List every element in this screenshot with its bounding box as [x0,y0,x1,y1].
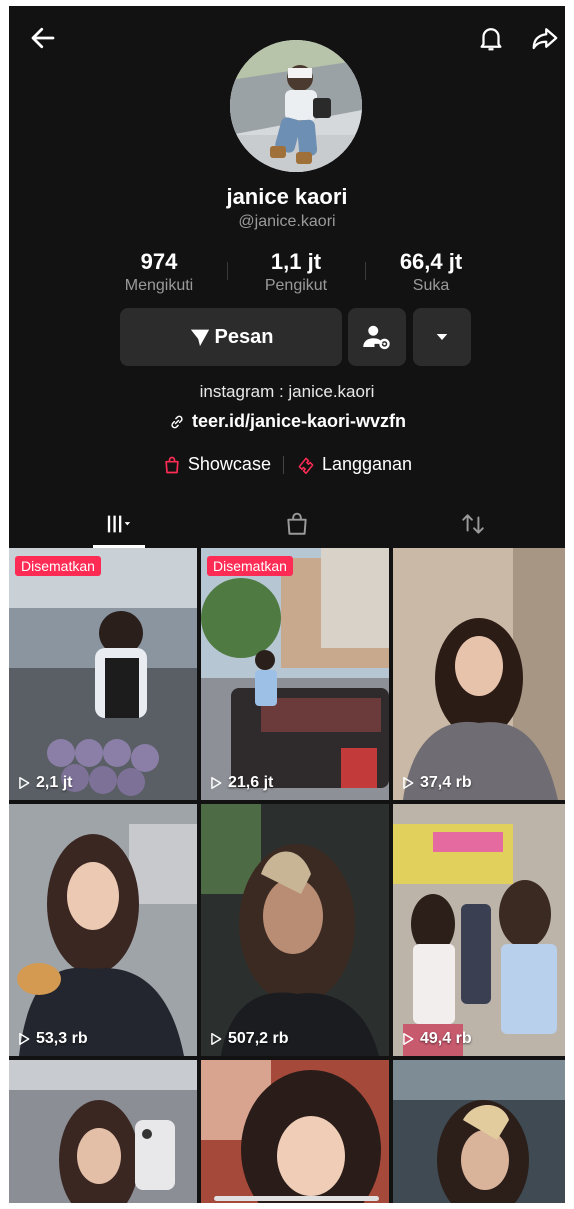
showcase-button[interactable]: Showcase [162,454,271,475]
video-thumbnail[interactable]: 49,4 rb [393,804,565,1056]
view-count-text: 21,6 jt [228,774,274,791]
view-count-text: 53,3 rb [36,1030,88,1047]
stat-likes-value: 66,4 jt [399,249,463,274]
tab-reposts[interactable] [413,502,533,546]
message-button[interactable]: Pesan [120,308,342,366]
video-thumbnail[interactable]: 37,4 rb [393,548,565,800]
add-friend-button[interactable] [348,308,406,366]
view-count-text: 49,4 rb [420,1030,472,1047]
video-thumbnail[interactable]: Disematkan 2,1 jt [9,548,197,800]
share-icon [532,28,558,50]
stat-divider [227,262,228,280]
stat-followers-label: Pengikut [264,277,328,294]
back-arrow-icon [31,27,55,49]
back-button[interactable] [25,20,61,56]
thumbnail-image [9,1060,197,1203]
video-thumbnail[interactable] [201,1060,389,1203]
thumbnail-image [393,1060,565,1203]
stat-divider [365,262,366,280]
add-friend-icon [363,325,390,350]
notification-button[interactable] [473,20,509,56]
video-thumbnail[interactable]: 507,2 rb [201,804,389,1056]
thumbnail-image [9,804,197,1056]
play-icon [211,1033,222,1045]
stat-following-value: 974 [140,249,178,274]
ticket-icon [298,457,314,474]
share-button[interactable] [527,20,563,56]
stat-following-label: Mengikuti [124,277,194,294]
home-indicator[interactable] [214,1196,379,1201]
subscription-button[interactable]: Langganan [296,454,412,475]
shopping-bag-icon [287,512,307,535]
view-count: 2,1 jt [17,774,72,792]
stat-following[interactable]: 974 Mengikuti [99,249,219,295]
play-icon [19,777,30,789]
content-tabs [9,502,565,548]
view-count: 21,6 jt [209,774,273,792]
subscription-label: Langganan [321,454,413,474]
stat-likes[interactable]: 66,4 jt Suka [371,249,491,295]
thumbnail-image [393,548,565,800]
shopping-bag-icon [165,456,179,473]
more-options-button[interactable] [413,308,471,366]
bell-icon [480,28,502,51]
thumbnail-image [201,1060,389,1203]
video-grid: Disematkan 2,1 jt Disematkan 21,6 jt 37,… [9,548,565,1203]
chevron-down-icon [436,334,448,340]
pinned-badge: Disematkan [207,556,293,576]
view-count: 49,4 rb [401,1030,472,1048]
view-count-text: 507,2 rb [228,1030,289,1047]
video-thumbnail[interactable] [393,1060,565,1203]
tab-shop[interactable] [237,502,357,546]
view-count: 507,2 rb [209,1030,288,1048]
view-count-text: 2,1 jt [36,774,73,791]
shop-row: Showcase Langganan [9,454,565,475]
shop-divider [282,455,284,474]
play-icon [19,1033,30,1045]
play-icon [211,777,222,789]
video-thumbnail[interactable] [9,1060,197,1203]
profile-link[interactable]: teer.id/janice-kaori-wvzfn [9,411,565,432]
profile-link-text: teer.id/janice-kaori-wvzfn [191,411,407,431]
stat-likes-label: Suka [412,277,450,294]
tab-videos[interactable] [59,502,179,546]
thumbnail-image [201,804,389,1056]
play-icon [403,1033,414,1045]
video-thumbnail[interactable]: 53,3 rb [9,804,197,1056]
avatar[interactable] [230,40,362,172]
message-button-label: Pesan [214,325,274,348]
view-count: 53,3 rb [17,1030,88,1048]
view-count: 37,4 rb [401,774,472,792]
stat-followers[interactable]: 1,1 jt Pengikut [236,249,356,295]
repost-icon [462,514,484,534]
profile-name: janice kaori [226,184,348,209]
view-count-text: 37,4 rb [420,774,472,791]
grid-icon [107,515,131,533]
thumbnail-image [201,548,389,800]
send-icon [190,329,209,347]
showcase-label: Showcase [187,454,271,474]
pinned-badge: Disematkan [15,556,101,576]
video-thumbnail[interactable]: Disematkan 21,6 jt [201,548,389,800]
profile-handle: @janice.kaori [238,213,336,230]
profile-screen: janice kaori @janice.kaori 974 Mengikuti… [9,6,565,1203]
thumbnail-image [393,804,565,1056]
play-icon [403,777,414,789]
thumbnail-image [9,548,197,800]
link-icon [171,415,183,428]
stat-followers-value: 1,1 jt [270,249,322,274]
bio-text: instagram : janice.kaori [199,382,375,401]
